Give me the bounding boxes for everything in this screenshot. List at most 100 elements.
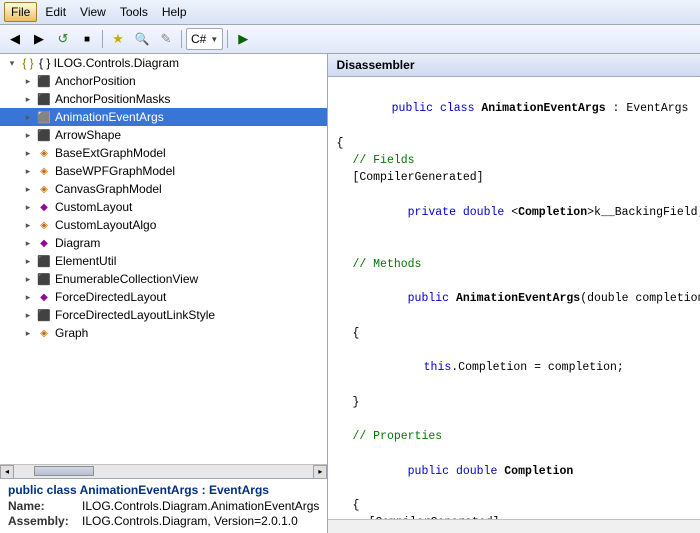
menu-view[interactable]: View [74,3,112,21]
list-item[interactable]: ▸ ◆ ForceDirectedLayout [0,288,327,306]
code-line: // Fields [336,152,700,169]
class-icon: ⬛ [36,109,52,125]
item-label: CustomLayout [55,200,132,214]
expand-icon[interactable]: ▸ [20,217,36,233]
tree-root[interactable]: ▾ { } { } ILOG.Controls.Diagram [0,54,327,72]
expand-icon[interactable]: ▸ [20,73,36,89]
h-scroll-thumb[interactable] [34,466,94,476]
left-panel: ▾ { } { } ILOG.Controls.Diagram ▸ ⬛ Anch… [0,54,328,533]
code-line: // Methods [336,256,700,273]
item-label: BaseWPFGraphModel [55,164,175,178]
menu-file[interactable]: File [4,2,37,22]
code-line: this.Completion = completion; [336,342,700,394]
expand-icon[interactable]: ▸ [20,109,36,125]
menu-help[interactable]: Help [156,3,193,21]
expand-icon[interactable]: ▸ [20,127,36,143]
expand-icon[interactable]: ▸ [20,307,36,323]
class-icon: ◈ [36,163,52,179]
menu-tools[interactable]: Tools [114,3,154,21]
list-item[interactable]: ▸ ◆ Diagram [0,234,327,252]
list-item[interactable]: ▸ ◈ BaseWPFGraphModel [0,162,327,180]
class-icon: ⬛ [36,73,52,89]
code-text: : EventArgs [606,102,689,115]
code-line: { [336,325,700,342]
search-button[interactable]: 🔍 [131,28,153,50]
run-button[interactable]: ▶ [232,28,254,50]
menu-edit[interactable]: Edit [39,3,72,21]
tree-root-label: { } ILOG.Controls.Diagram [39,56,179,70]
code-line: public double Completion [336,445,700,497]
expand-icon[interactable]: ▸ [20,91,36,107]
forward-button[interactable]: ▶ [28,28,50,50]
list-item[interactable]: ▸ ⬛ ElementUtil [0,252,327,270]
expand-root-icon[interactable]: ▾ [4,55,20,71]
assembly-value: ILOG.Controls.Diagram, Version=2.0.1.0 [82,514,298,528]
namespace-icon: { } [20,55,36,71]
edit-button[interactable]: ✎ [155,28,177,50]
horizontal-scrollbar[interactable]: ◂ ▸ [0,464,327,478]
class-icon: ◈ [36,217,52,233]
list-item[interactable]: ▸ ⬛ ForceDirectedLayoutLinkStyle [0,306,327,324]
name-label: Name: [8,499,78,513]
list-item[interactable]: ▸ ◈ BaseExtGraphModel [0,144,327,162]
class-icon: ◆ [36,289,52,305]
item-label: AnimationEventArgs [55,110,164,124]
expand-icon[interactable]: ▸ [20,289,36,305]
scroll-left-icon[interactable]: ◂ [0,465,14,479]
info-panel: public class AnimationEventArgs : EventA… [0,478,327,533]
classname: AnimationEventArgs [481,102,605,115]
class-icon: ⬛ [36,127,52,143]
item-label: ArrowShape [55,128,121,142]
item-label: BaseExtGraphModel [55,146,166,160]
main-content: ▾ { } { } ILOG.Controls.Diagram ▸ ⬛ Anch… [0,54,700,533]
list-item[interactable]: ▸ ◆ CustomLayout [0,198,327,216]
list-item[interactable]: ▸ ⬛ AnimationEventArgs [0,108,327,126]
tree-scroll[interactable]: ▾ { } { } ILOG.Controls.Diagram ▸ ⬛ Anch… [0,54,327,464]
scroll-right-icon[interactable]: ▸ [313,465,327,479]
expand-icon[interactable]: ▸ [20,271,36,287]
back-button[interactable]: ◀ [4,28,26,50]
expand-icon[interactable]: ▸ [20,235,36,251]
item-label: AnchorPosition [55,74,136,88]
list-item[interactable]: ▸ ◈ CanvasGraphModel [0,180,327,198]
h-scroll-track[interactable] [14,465,313,478]
language-value: C# [191,32,206,46]
disassembler-content[interactable]: public class AnimationEventArgs : EventA… [328,77,700,519]
expand-icon[interactable]: ▸ [20,181,36,197]
info-class-name: AnimationEventArgs [80,483,199,497]
language-dropdown[interactable]: C# ▼ [186,28,223,50]
code-line [336,238,700,255]
class-icon: ⬛ [36,253,52,269]
class-icon: ◈ [36,181,52,197]
list-item[interactable]: ▸ ⬛ AnchorPosition [0,72,327,90]
menu-bar: File Edit View Tools Help [0,0,700,25]
list-item[interactable]: ▸ ⬛ ArrowShape [0,126,327,144]
item-label: Diagram [55,236,100,250]
disassembler-scrollbar[interactable] [328,519,700,533]
tree-area: ▾ { } { } ILOG.Controls.Diagram ▸ ⬛ Anch… [0,54,327,478]
code-line: { [336,135,700,152]
expand-icon[interactable]: ▸ [20,163,36,179]
expand-icon[interactable]: ▸ [20,145,36,161]
star-button[interactable]: ★ [107,28,129,50]
list-item[interactable]: ▸ ◈ Graph [0,324,327,342]
code-line [336,411,700,428]
list-item[interactable]: ▸ ◈ CustomLayoutAlgo [0,216,327,234]
info-assembly-row: Assembly: ILOG.Controls.Diagram, Version… [8,514,319,528]
class-icon: ◆ [36,199,52,215]
info-title: public class AnimationEventArgs : EventA… [8,483,319,497]
expand-icon[interactable]: ▸ [20,253,36,269]
item-label: Graph [55,326,88,340]
refresh-button[interactable]: ↺ [52,28,74,50]
separator-2 [181,30,182,48]
list-item[interactable]: ▸ ⬛ EnumerableCollectionView [0,270,327,288]
expand-icon[interactable]: ▸ [20,199,36,215]
code-line: [CompilerGenerated] [336,169,700,186]
class-icon: ⬛ [36,307,52,323]
item-label: ForceDirectedLayoutLinkStyle [55,308,215,322]
expand-icon[interactable]: ▸ [20,325,36,341]
stop-button[interactable]: ■ [76,28,98,50]
item-label: ElementUtil [55,254,116,268]
class-icon: ⬛ [36,271,52,287]
list-item[interactable]: ▸ ⬛ AnchorPositionMasks [0,90,327,108]
